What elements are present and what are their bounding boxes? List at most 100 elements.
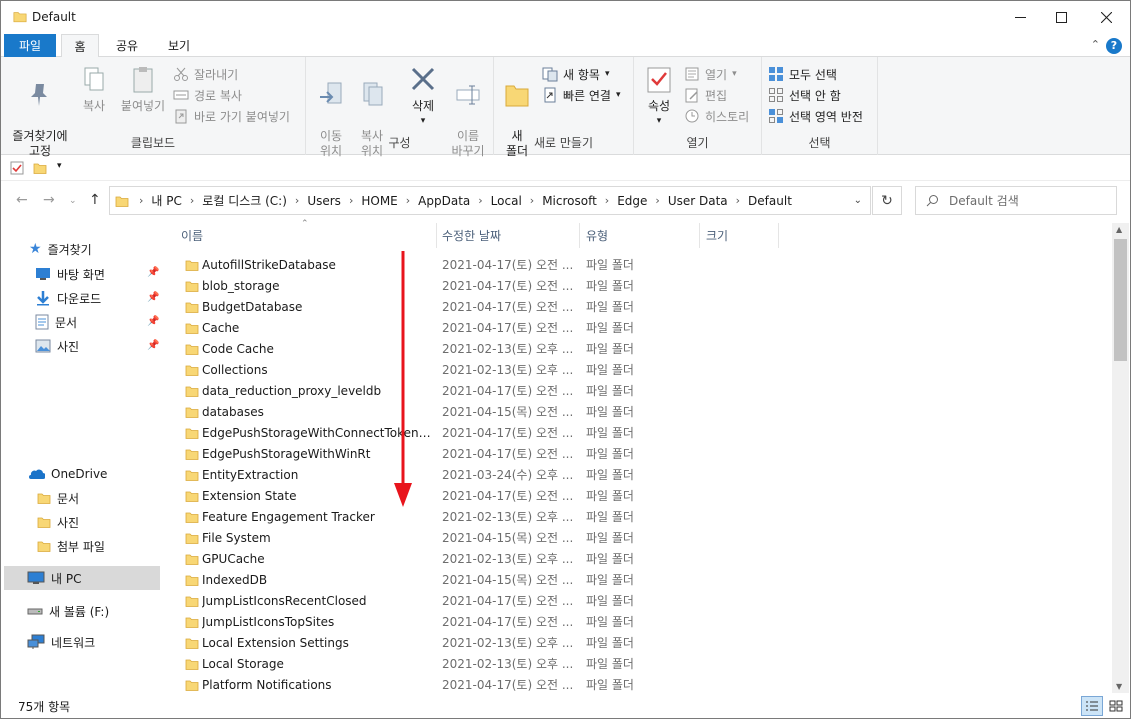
nav-item-new-volume[interactable]: 새 볼륨 (F:) <box>27 600 109 622</box>
column-header-size[interactable]: 크기 <box>706 223 728 248</box>
paste-button[interactable]: 붙여넣기 <box>115 65 171 114</box>
breadcrumb-default[interactable]: Default <box>744 194 796 208</box>
breadcrumb-microsoft[interactable]: Microsoft <box>538 194 601 208</box>
edit-button[interactable]: 편집 <box>684 86 727 104</box>
copy-button[interactable]: 복사 <box>77 65 111 114</box>
table-row[interactable]: EdgePushStorageWithConnectTokenAnd... 202… <box>179 422 1109 443</box>
address-bar[interactable]: › 내 PC › 로컬 디스크 (C:) › Users › HOME › Ap… <box>109 186 871 215</box>
breadcrumb-separator-icon[interactable]: › <box>474 194 486 207</box>
column-header-type[interactable]: 유형 <box>586 223 608 248</box>
breadcrumb-separator-icon[interactable]: › <box>651 194 663 207</box>
forward-arrow-icon[interactable]: → <box>43 192 55 208</box>
breadcrumb-separator-icon[interactable]: › <box>186 194 198 207</box>
tab-file[interactable]: 파일 <box>4 34 56 57</box>
table-row[interactable]: Feature Engagement Tracker 2021-02-13(토) … <box>179 506 1109 527</box>
breadcrumb-users[interactable]: Users <box>303 194 345 208</box>
table-row[interactable]: Extension State 2021-04-17(토) 오전 ... 파일 폴더 <box>179 485 1109 506</box>
nav-item-network[interactable]: 네트워크 <box>27 631 95 653</box>
cut-button[interactable]: 잘라내기 <box>173 65 238 83</box>
customize-toolbar-icon[interactable]: ▾ <box>57 161 62 171</box>
paste-shortcut-button[interactable]: 바로 가기 붙여넣기 <box>173 107 290 125</box>
scroll-up-icon[interactable]: ▲ <box>1116 225 1122 234</box>
pin-icon[interactable]: 📌 <box>147 267 159 278</box>
nav-item-pictures[interactable]: 사진 <box>35 335 79 357</box>
nav-item-quick-access[interactable]: ★ 즐겨찾기 <box>29 238 92 260</box>
tab-home[interactable]: 홈 <box>61 34 99 58</box>
breadcrumb-separator-icon[interactable]: › <box>601 194 613 207</box>
nav-item-this-pc[interactable]: 내 PC <box>27 567 81 589</box>
pin-icon[interactable]: 📌 <box>147 292 159 303</box>
table-row[interactable]: JumpListIconsTopSites 2021-04-17(토) 오전 ..… <box>179 611 1109 632</box>
new-item-button[interactable]: 새 항목 ▾ <box>542 65 609 83</box>
breadcrumb-separator-icon[interactable]: › <box>732 194 744 207</box>
breadcrumb-user-data[interactable]: User Data <box>664 194 732 208</box>
close-button[interactable] <box>1083 1 1129 34</box>
column-divider[interactable] <box>778 223 779 248</box>
tab-view[interactable]: 보기 <box>156 34 202 57</box>
minimize-button[interactable] <box>997 1 1043 34</box>
breadcrumb-home[interactable]: HOME <box>357 194 401 208</box>
column-divider[interactable] <box>436 223 437 248</box>
help-icon[interactable]: ? <box>1106 38 1122 54</box>
properties-button[interactable]: 속성 ▾ <box>642 65 676 129</box>
properties-dropdown-icon[interactable]: ▾ <box>642 114 676 129</box>
breadcrumb-separator-icon[interactable]: › <box>291 194 303 207</box>
breadcrumb-local[interactable]: Local <box>487 194 526 208</box>
delete-button[interactable]: 삭제 ▾ <box>403 65 443 129</box>
column-header-modified[interactable]: 수정한 날짜 <box>442 223 501 248</box>
column-divider[interactable] <box>579 223 580 248</box>
table-row[interactable]: databases 2021-04-15(목) 오전 ... 파일 폴더 <box>179 401 1109 422</box>
nav-item-desktop[interactable]: 바탕 화면 <box>35 263 105 285</box>
table-row[interactable]: Collections 2021-02-13(토) 오후 ... 파일 폴더 <box>179 359 1109 380</box>
nav-item-onedrive-documents[interactable]: 문서 <box>37 487 79 509</box>
table-row[interactable]: Local Storage 2021-02-13(토) 오후 ... 파일 폴더 <box>179 653 1109 674</box>
table-row[interactable]: data_reduction_proxy_leveldb 2021-04-17(토… <box>179 380 1109 401</box>
breadcrumb-separator-icon[interactable]: › <box>402 194 414 207</box>
nav-item-onedrive[interactable]: OneDrive <box>27 463 107 485</box>
maximize-button[interactable] <box>1038 1 1084 34</box>
table-row[interactable]: Code Cache 2021-02-13(토) 오후 ... 파일 폴더 <box>179 338 1109 359</box>
column-divider[interactable] <box>699 223 700 248</box>
nav-item-downloads[interactable]: 다운로드 <box>35 287 101 309</box>
new-folder-icon[interactable] <box>33 161 47 175</box>
table-row[interactable]: JumpListIconsRecentClosed 2021-04-17(토) 오… <box>179 590 1109 611</box>
breadcrumb-appdata[interactable]: AppData <box>414 194 474 208</box>
table-row[interactable]: EdgePushStorageWithWinRt 2021-04-17(토) 오전… <box>179 443 1109 464</box>
breadcrumb-separator-icon[interactable]: › <box>345 194 357 207</box>
copy-path-button[interactable]: 경로 복사 <box>173 86 242 104</box>
table-row[interactable]: GPUCache 2021-02-13(토) 오후 ... 파일 폴더 <box>179 548 1109 569</box>
up-arrow-icon[interactable]: ↑ <box>89 192 101 208</box>
large-icons-view-button[interactable] <box>1105 696 1127 716</box>
column-header-name[interactable]: 이름 <box>181 223 203 248</box>
table-row[interactable]: Local Extension Settings 2021-02-13(토) 오후… <box>179 632 1109 653</box>
details-view-button[interactable] <box>1081 696 1103 716</box>
scrollbar-thumb[interactable] <box>1114 239 1127 361</box>
collapse-ribbon-icon[interactable]: ⌃ <box>1091 38 1100 51</box>
search-input[interactable]: Default 검색 <box>915 186 1117 215</box>
chevron-down-icon[interactable]: ⌄ <box>854 195 862 206</box>
table-row[interactable]: BudgetDatabase 2021-04-17(토) 오전 ... 파일 폴더 <box>179 296 1109 317</box>
refresh-button[interactable]: ↻ <box>872 186 902 215</box>
pin-icon[interactable]: 📌 <box>147 316 159 327</box>
pin-icon[interactable]: 📌 <box>147 340 159 351</box>
back-arrow-icon[interactable]: ← <box>16 192 28 208</box>
open-button[interactable]: 열기 ▾ <box>684 65 737 83</box>
breadcrumb-separator-icon[interactable]: › <box>135 194 147 207</box>
nav-item-onedrive-pictures[interactable]: 사진 <box>37 511 79 533</box>
easy-access-button[interactable]: 빠른 연결 ▾ <box>542 86 621 104</box>
nav-item-onedrive-attachments[interactable]: 첨부 파일 <box>37 535 105 557</box>
recent-locations-icon[interactable]: ⌄ <box>69 196 77 206</box>
invert-selection-button[interactable]: 선택 영역 반전 <box>768 107 863 125</box>
delete-dropdown-icon[interactable]: ▾ <box>403 114 443 129</box>
table-row[interactable]: AutofillStrikeDatabase 2021-04-17(토) 오전 .… <box>179 254 1109 275</box>
table-row[interactable]: Platform Notifications 2021-04-17(토) 오전 .… <box>179 674 1109 695</box>
breadcrumb-edge[interactable]: Edge <box>613 194 651 208</box>
scroll-down-icon[interactable]: ▼ <box>1116 682 1122 691</box>
table-row[interactable]: Cache 2021-04-17(토) 오전 ... 파일 폴더 <box>179 317 1109 338</box>
properties-checkmark-icon[interactable] <box>10 161 24 175</box>
breadcrumb-separator-icon[interactable]: › <box>526 194 538 207</box>
tab-share[interactable]: 공유 <box>105 34 149 57</box>
table-row[interactable]: blob_storage 2021-04-17(토) 오전 ... 파일 폴더 <box>179 275 1109 296</box>
history-button[interactable]: 히스토리 <box>684 107 749 125</box>
select-all-button[interactable]: 모두 선택 <box>768 65 837 83</box>
